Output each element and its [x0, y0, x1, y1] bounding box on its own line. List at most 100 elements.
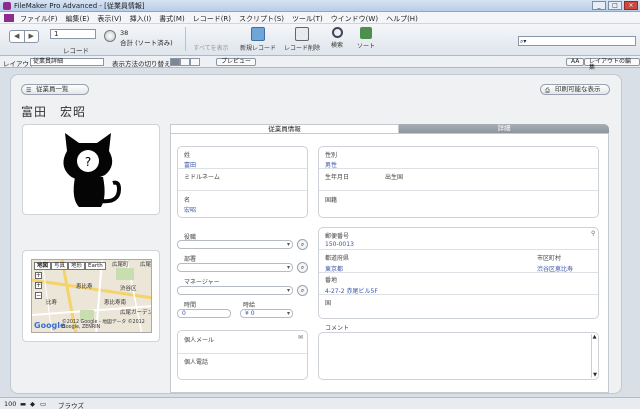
close-button[interactable]: × [624, 1, 638, 10]
print-view-button[interactable]: ⎙ 印刷可能な表示 [540, 84, 610, 95]
wage-label: 時給 [243, 302, 256, 309]
menu-help[interactable]: ヘルプ(H) [382, 12, 422, 23]
minimize-button[interactable]: _ [592, 1, 606, 10]
record-total-sub: 合計 (ソート済み) [120, 39, 173, 47]
menu-insert[interactable]: 挿入(I) [126, 12, 156, 23]
pin-icon[interactable]: ⚲ [591, 230, 595, 237]
title-bar: FileMaker Pro Advanced - [従業員情報] _ □ × [0, 0, 640, 12]
divider [319, 272, 598, 273]
last-name-label: 姓 [184, 152, 191, 159]
menu-bar: ファイル(F) 編集(E) 表示(V) 挿入(I) 書式(M) レコード(R) … [0, 12, 640, 24]
tab-details[interactable]: 詳細 [399, 124, 609, 133]
delete-record-button[interactable]: レコード削除 [281, 27, 323, 52]
map-tab-map[interactable]: 地図 [34, 262, 52, 270]
map-label: 広尾 [140, 262, 152, 268]
window-title: FileMaker Pro Advanced - [従業員情報] [14, 2, 145, 10]
chevron-down-icon: ▾ [286, 287, 290, 294]
mail-icon[interactable]: ✉ [298, 334, 303, 341]
show-all-icon [204, 27, 218, 41]
scroll-down-icon[interactable]: ▼ [592, 372, 598, 378]
email-label: 個人メール [184, 337, 215, 344]
name-group [177, 146, 308, 218]
new-record-button[interactable]: 新規レコード [237, 27, 279, 52]
layout-select[interactable]: 従業員詳細 [30, 58, 104, 66]
divider [319, 294, 598, 295]
edit-layout-button[interactable]: レイアウトの編集 [584, 58, 640, 71]
zoom-out-icon[interactable]: ▬ [20, 400, 26, 408]
view-list-button[interactable] [180, 58, 190, 66]
search-icon: ⌕▾ [520, 38, 527, 45]
quick-find-input[interactable]: ⌕▾ [518, 36, 636, 46]
search-icon: ⌕ [300, 264, 305, 271]
menu-records[interactable]: レコード(R) [189, 12, 235, 23]
address-group [318, 227, 599, 319]
menu-tools[interactable]: ツール(T) [288, 12, 327, 23]
map-label: 恵比寿 [76, 284, 93, 290]
menu-edit[interactable]: 編集(E) [62, 12, 94, 23]
maximize-button[interactable]: □ [608, 1, 622, 10]
list-icon: ☰ [26, 87, 32, 94]
view-form-button[interactable] [170, 58, 180, 66]
view-as-label: 表示方法の切り替え: [112, 60, 173, 68]
zoom-in-icon[interactable]: ◆ [30, 400, 35, 408]
menu-scripts[interactable]: スクリプト(S) [235, 12, 288, 23]
postal-field[interactable]: 150-0013 [325, 241, 354, 248]
mode-indicator[interactable]: ブラウズ [58, 400, 84, 409]
map-pan-icon[interactable]: + [35, 272, 42, 279]
department-dropdown[interactable]: ▾ [177, 263, 293, 272]
previous-record-icon[interactable]: ◀ [10, 31, 25, 42]
employee-list-button[interactable]: ☰ 従業員一覧 [21, 84, 89, 95]
view-table-button[interactable] [190, 58, 200, 66]
sort-button[interactable]: ソート [355, 27, 377, 50]
prefecture-label: 都道府県 [325, 255, 350, 262]
view-as-buttons [170, 58, 200, 66]
zoom-level[interactable]: 100 [4, 400, 16, 408]
record-number-field[interactable]: 1 [50, 29, 96, 39]
menu-format[interactable]: 書式(M) [155, 12, 189, 23]
record-navigator[interactable]: ◀ ▶ [9, 30, 39, 43]
menu-file[interactable]: ファイル(F) [16, 12, 62, 23]
tab-employee-info[interactable]: 従業員情報 [170, 124, 399, 133]
birthplace-label: 出生国 [385, 174, 404, 181]
divider [319, 168, 598, 169]
filemaker-app-icon [3, 2, 11, 10]
menu-view[interactable]: 表示(V) [93, 12, 125, 23]
comment-field[interactable]: ▲ ▼ [318, 332, 599, 380]
preview-button[interactable]: プレビュー [216, 58, 257, 66]
text-format-button[interactable]: AA [566, 58, 585, 66]
search-icon: ⌕ [300, 241, 305, 248]
hours-label: 時間 [184, 302, 197, 309]
department-search-button[interactable]: ⌕ [297, 262, 308, 273]
divider [178, 190, 307, 191]
hours-field[interactable]: 0 [177, 309, 231, 318]
comment-scrollbar[interactable]: ▲ ▼ [591, 334, 597, 378]
gender-label: 性別 [325, 152, 338, 159]
hours-value: 0 [182, 310, 186, 317]
wage-field[interactable]: ¥ 0 ▾ [240, 309, 293, 318]
position-search-button[interactable]: ⌕ [297, 239, 308, 250]
map-zoom-out-button[interactable]: − [35, 292, 42, 299]
map-label: 比寿 [46, 300, 58, 306]
map-tab-earth[interactable]: Earth [85, 262, 106, 270]
menu-window[interactable]: ウインドウ(W) [327, 12, 382, 23]
document-menu-icon[interactable] [4, 14, 14, 22]
first-name-label: 名 [184, 197, 191, 204]
map-zoom-in-button[interactable]: + [35, 282, 42, 289]
show-all-button[interactable]: すべてを表示 [190, 27, 232, 52]
photo-container[interactable]: ? [22, 124, 160, 215]
manager-search-button[interactable]: ⌕ [297, 285, 308, 296]
city-label: 市区町村 [537, 255, 562, 262]
manager-dropdown[interactable]: ▾ [177, 286, 293, 295]
toolbar-toggle-icon[interactable]: ▭ [40, 400, 46, 408]
position-dropdown[interactable]: ▾ [177, 240, 293, 249]
find-button[interactable]: 検索 [327, 27, 347, 49]
sort-icon [360, 27, 372, 39]
divider [178, 168, 307, 169]
google-map[interactable]: 地図 写真 地形 Earth + + − 比寿 広尾町 恵比寿 渋谷区 広尾 恵… [31, 259, 152, 333]
first-name-field[interactable]: 宏昭 [184, 205, 196, 214]
map-tab-terrain[interactable]: 地形 [68, 262, 86, 270]
next-record-icon[interactable]: ▶ [25, 31, 39, 42]
scroll-up-icon[interactable]: ▲ [592, 334, 597, 340]
phone-label: 個人電話 [184, 359, 209, 366]
map-tab-photo[interactable]: 写真 [51, 262, 69, 270]
